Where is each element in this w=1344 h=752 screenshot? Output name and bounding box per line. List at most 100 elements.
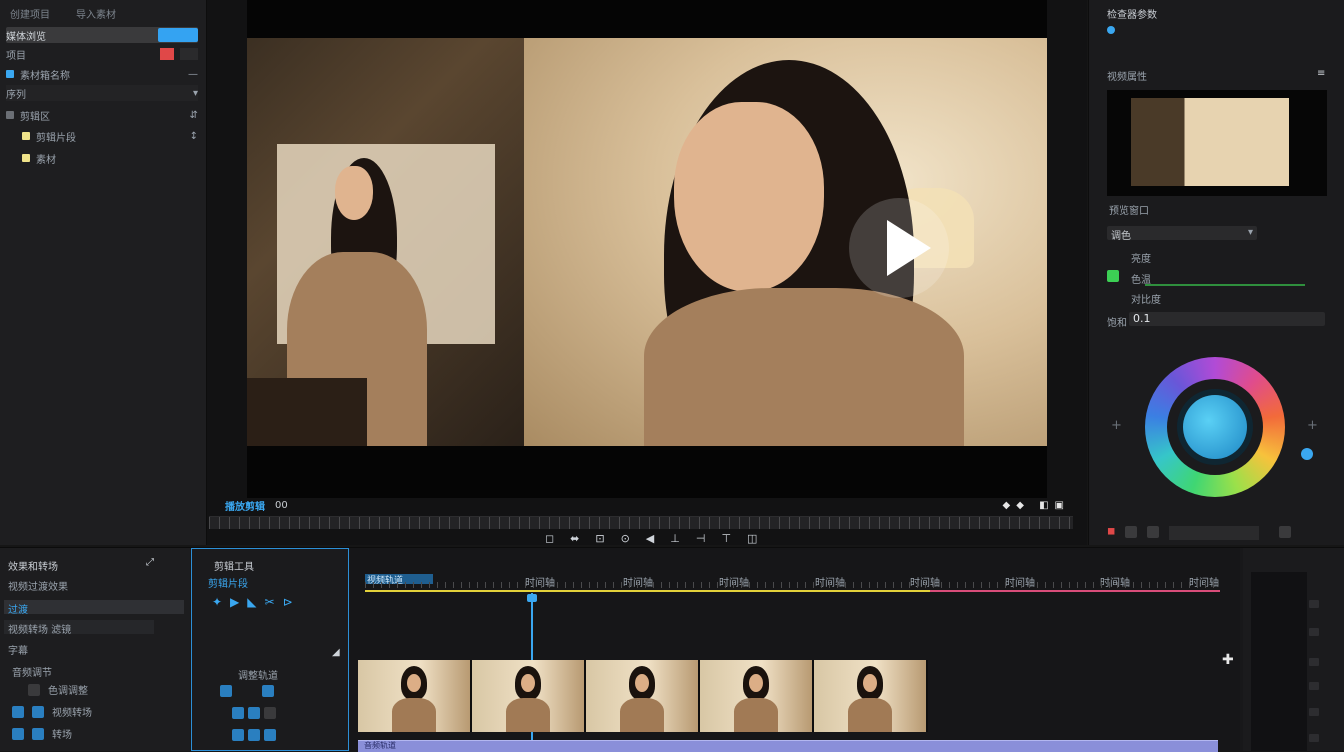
temperature-slider[interactable] <box>1145 284 1305 286</box>
viewer-ruler[interactable] <box>209 516 1073 529</box>
add-track-icon[interactable]: ✚ <box>1222 652 1234 668</box>
meter-button[interactable] <box>1309 682 1319 690</box>
meter-button[interactable] <box>1309 734 1319 742</box>
group-label: 音频调节 <box>12 668 52 679</box>
track-controls[interactable] <box>232 707 276 719</box>
sidebar-item-edit-area[interactable]: 剪辑区 ⇵ <box>6 107 198 123</box>
preset-select[interactable] <box>1169 526 1260 540</box>
track-icon <box>264 707 276 719</box>
chevron-down-icon[interactable]: ▾ <box>193 88 198 99</box>
meter-button[interactable] <box>1309 658 1319 666</box>
list-item-label: 视频转场 <box>52 708 92 719</box>
track-controls[interactable] <box>220 685 274 697</box>
grid-button[interactable] <box>1125 526 1138 538</box>
active-tab-indicator <box>158 28 198 42</box>
color-picker-icon[interactable] <box>1301 448 1313 460</box>
project-panel: 创建项目 导入素材 媒体浏览 项目 素材箱名称 — 序列 ▾ 剪辑区 ⇵ 剪辑片… <box>0 0 207 545</box>
collapse-icon[interactable]: — <box>188 69 198 80</box>
value-readout: 0.1 <box>1133 312 1151 325</box>
compare-icon[interactable]: ◫ <box>747 532 757 545</box>
lift-icon[interactable]: ⊤ <box>721 532 731 545</box>
safe-margins-icon[interactable]: ◻ <box>545 532 554 545</box>
audio-meter <box>1251 572 1307 751</box>
effect-icon <box>32 705 44 718</box>
mark-in-icon[interactable]: ⊥ <box>670 532 680 545</box>
fit-icon[interactable]: ⬌ <box>570 532 579 545</box>
sort-icon[interactable]: ⇵ <box>190 110 198 121</box>
transport-icons[interactable]: ◆◆ ◧▣ <box>1003 500 1070 511</box>
audio-track[interactable]: 音频轨道 <box>358 740 1218 752</box>
folder-icon <box>6 111 14 119</box>
program-viewer: 播放剪辑 00 ◆◆ ◧▣ ◻ ⬌ ⊡ ⊙ ◀ ⊥ ⊣ ⊤ ◫ <box>207 0 1087 545</box>
panel-subtitle: 剪辑片段 <box>208 579 248 590</box>
sidebar-item-label: 项目 <box>6 50 26 62</box>
sidebar-item-label: 媒体浏览 <box>6 31 46 43</box>
meter-button[interactable] <box>1309 628 1319 636</box>
video-clip[interactable] <box>358 660 472 732</box>
list-item[interactable]: 转场 <box>12 726 72 741</box>
person-face <box>674 102 824 292</box>
layout-button[interactable] <box>1147 526 1160 538</box>
more-icon[interactable]: ≡ <box>1317 68 1325 79</box>
list-item[interactable]: 视频转场 <box>12 704 92 719</box>
grid-icon[interactable] <box>180 48 198 60</box>
in-out-range-pink <box>930 590 1220 592</box>
color-wheel[interactable] <box>1145 357 1285 497</box>
editing-workspace: 效果和转场 ⤢ 视频过渡效果 过渡 视频转场 滤镜 字幕 音频调节 色调调整 视… <box>0 547 1344 752</box>
pin-icon[interactable]: ⤢ <box>146 557 154 568</box>
sidebar-item-project[interactable]: 项目 <box>6 46 198 62</box>
export-button[interactable] <box>1279 526 1292 538</box>
color-mode-select[interactable]: 调色 ▾ <box>1107 226 1257 242</box>
sidebar-item-media-browser[interactable]: 媒体浏览 <box>6 27 198 43</box>
sort-icon: ↕ <box>189 130 198 142</box>
track-controls[interactable] <box>232 729 276 741</box>
timecode-value: 00 <box>275 499 288 511</box>
video-clip[interactable] <box>586 660 700 732</box>
effects-row-selected[interactable]: 过渡 <box>4 600 184 616</box>
add-icon[interactable]: + <box>1111 418 1122 433</box>
param-label: 亮度 <box>1131 254 1151 265</box>
edit-tool-icons[interactable]: ✦▶◣✂⊳ <box>212 595 301 609</box>
color-wheel-inner <box>1167 379 1263 475</box>
clip-icon <box>22 132 30 140</box>
color-wheel-handle[interactable] <box>1183 395 1247 459</box>
inspector-panel: 检查器参数 视频属性 ≡ 预览窗口 调色 ▾ 亮度 色温 对比度 饱和 0.1 … <box>1088 0 1344 545</box>
add-icon[interactable]: + <box>1307 418 1318 433</box>
video-clip[interactable] <box>700 660 814 732</box>
list-item-label: 色调调整 <box>48 686 88 697</box>
panel-title: 效果和转场 <box>8 562 58 573</box>
radio-icon[interactable] <box>1107 26 1115 34</box>
tab-import-media[interactable]: 导入素材 <box>76 6 116 21</box>
sidebar-item-sequence[interactable]: 序列 ▾ <box>6 85 198 101</box>
mark-out-icon[interactable]: ⊣ <box>696 532 706 545</box>
track-icon <box>232 707 244 719</box>
video-clip[interactable] <box>814 660 928 732</box>
folder-icon <box>6 70 14 78</box>
timeline-ruler[interactable]: 时间轴 时间轴 时间轴 时间轴 时间轴 时间轴 时间轴 时间轴 <box>365 570 1220 594</box>
tab-create-project[interactable]: 创建项目 <box>10 6 50 21</box>
scene-right <box>524 38 1047 446</box>
play-icon[interactable] <box>849 198 949 298</box>
filter-field[interactable]: 视频转场 滤镜 <box>4 620 154 636</box>
video-clip[interactable] <box>472 660 586 732</box>
preview-frame <box>1131 98 1289 186</box>
list-item[interactable]: 剪辑片段 ↕ <box>22 128 198 144</box>
value-field[interactable]: 0.1 <box>1129 312 1325 326</box>
track-meter-panel <box>1243 548 1344 751</box>
step-back-icon[interactable]: ◀ <box>646 532 654 545</box>
video-frame[interactable] <box>247 0 1047 498</box>
select-value: 调色 <box>1111 231 1131 242</box>
meter-button[interactable] <box>1309 708 1319 716</box>
zoom-icon[interactable]: ⊙ <box>621 532 630 545</box>
preview-thumbnail[interactable] <box>1107 90 1327 196</box>
meter-button[interactable] <box>1309 600 1319 608</box>
list-item-label: 剪辑片段 <box>36 132 76 144</box>
toggle-icon[interactable] <box>1107 270 1119 282</box>
list-item[interactable]: 素材 <box>22 150 198 166</box>
chevron-down-icon: ▾ <box>1247 227 1253 238</box>
crop-icon[interactable]: ⊡ <box>595 532 604 545</box>
reset-icon[interactable]: ◼ <box>1107 526 1115 540</box>
sidebar-item-bin[interactable]: 素材箱名称 — <box>6 66 198 82</box>
list-item[interactable]: 色调调整 <box>28 682 88 697</box>
resize-icon[interactable]: ◢ <box>332 647 340 658</box>
